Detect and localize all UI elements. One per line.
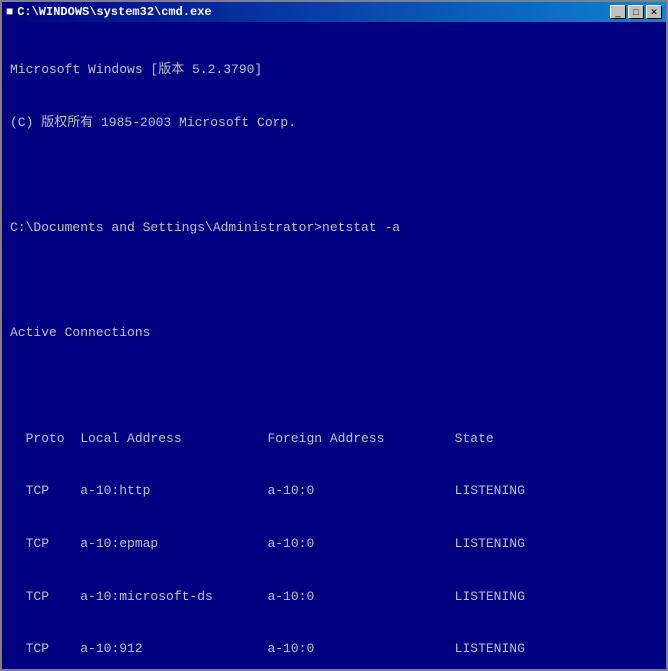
line-active-connections: Active Connections (10, 324, 658, 342)
line-copyright: (C) 版权所有 1985-2003 Microsoft Corp. (10, 114, 658, 132)
row-3: TCP a-10:912 a-10:0 LISTENING (10, 640, 658, 658)
line-blank1 (10, 166, 658, 184)
row-1: TCP a-10:epmap a-10:0 LISTENING (10, 535, 658, 553)
col-header-row: Proto Local Address Foreign Address Stat… (10, 430, 658, 448)
title-bar-controls: _ □ ✕ (610, 5, 662, 19)
line-version: Microsoft Windows [版本 5.2.3790] (10, 61, 658, 79)
title-bar-text: ■ C:\WINDOWS\system32\cmd.exe (6, 5, 212, 19)
cmd-window: ■ C:\WINDOWS\system32\cmd.exe _ □ ✕ Micr… (0, 0, 668, 671)
title-bar: ■ C:\WINDOWS\system32\cmd.exe _ □ ✕ (2, 2, 666, 22)
maximize-button[interactable]: □ (628, 5, 644, 19)
row-0: TCP a-10:http a-10:0 LISTENING (10, 482, 658, 500)
line-blank2 (10, 272, 658, 290)
line-command: C:\Documents and Settings\Administrator>… (10, 219, 658, 237)
minimize-button[interactable]: _ (610, 5, 626, 19)
window-title: C:\WINDOWS\system32\cmd.exe (17, 5, 211, 19)
line-blank3 (10, 377, 658, 395)
row-2: TCP a-10:microsoft-ds a-10:0 LISTENING (10, 588, 658, 606)
terminal-icon: ■ (6, 5, 13, 19)
terminal-body: Microsoft Windows [版本 5.2.3790] (C) 版权所有… (2, 22, 666, 669)
close-button[interactable]: ✕ (646, 5, 662, 19)
